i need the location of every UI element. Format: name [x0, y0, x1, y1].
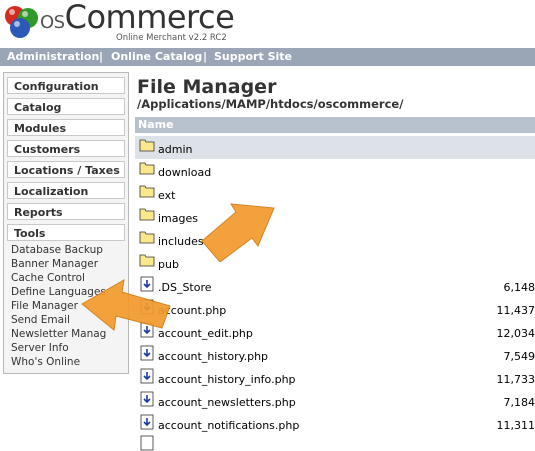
download-file-icon [139, 368, 155, 384]
sidebar-heading-modules[interactable]: Modules [7, 119, 125, 136]
sidebar-heading-tools[interactable]: Tools [7, 224, 125, 241]
tools-link-cache-control[interactable]: Cache Control [11, 272, 85, 284]
oscommerce-logo-icon [3, 3, 41, 41]
annotation-arrow-file-manager [76, 276, 176, 352]
logo-text: osCommerce [40, 0, 234, 36]
nav-separator: | [99, 50, 103, 63]
nav-administration[interactable]: Administration [7, 50, 99, 63]
folder-row[interactable]: download [135, 159, 535, 182]
tools-link-server-info[interactable]: Server Info [11, 342, 69, 354]
folder-icon [139, 230, 155, 244]
folder-icon [139, 207, 155, 221]
file-size: 11,437 [497, 304, 535, 317]
file-size: 12,034 [497, 327, 535, 340]
folder-name[interactable]: admin [158, 143, 192, 156]
folder-icon [139, 138, 155, 152]
file-row[interactable]: account_newsletters.php 7,184 [135, 389, 535, 412]
file-name[interactable]: account_history_info.php [158, 373, 296, 386]
file-row[interactable]: account.php 11,437 [135, 297, 535, 320]
top-navigation: Administration | Online Catalog | Suppor… [0, 48, 535, 66]
folder-icon [139, 161, 155, 175]
sidebar-heading-customers[interactable]: Customers [7, 140, 125, 157]
file-row[interactable]: account_notifications.php 11,311 [135, 412, 535, 435]
nav-online-catalog[interactable]: Online Catalog [111, 50, 202, 63]
folder-name[interactable]: pub [158, 258, 179, 271]
file-size: 7,549 [504, 350, 535, 363]
tools-link-banner-manager[interactable]: Banner Manager [11, 258, 98, 270]
current-path: /Applications/MAMP/htdocs/oscommerce/ [137, 97, 403, 111]
folder-row[interactable]: admin [135, 136, 535, 159]
column-header-name[interactable]: Name [138, 118, 174, 131]
file-row [135, 433, 535, 438]
download-file-icon [139, 435, 155, 451]
folder-name[interactable]: ext [158, 189, 175, 202]
tools-link-database-backup[interactable]: Database Backup [11, 244, 103, 256]
tools-link-file-manager[interactable]: File Manager [11, 300, 78, 312]
sidebar-heading-configuration[interactable]: Configuration [7, 77, 125, 94]
header: osCommerce Online Merchant v2.2 RC2 [0, 0, 535, 48]
sidebar-heading-reports[interactable]: Reports [7, 203, 125, 220]
annotation-arrow-includes [190, 196, 280, 262]
sidebar-heading-localization[interactable]: Localization [7, 182, 125, 199]
file-row[interactable]: account_history.php 7,549 [135, 343, 535, 366]
file-size: 11,311 [497, 419, 535, 432]
folder-icon [139, 253, 155, 267]
folder-name[interactable]: download [158, 166, 211, 179]
table-header: Name [135, 117, 535, 133]
folder-icon [139, 184, 155, 198]
page-title: File Manager [137, 76, 276, 98]
nav-separator: | [203, 50, 207, 63]
file-row[interactable]: .DS_Store 6,148 [135, 274, 535, 297]
tools-link-whos-online[interactable]: Who's Online [11, 356, 80, 368]
file-name[interactable]: account_notifications.php [158, 419, 299, 432]
file-row[interactable]: account_edit.php 12,034 [135, 320, 535, 343]
file-name[interactable]: account_newsletters.php [158, 396, 296, 409]
file-row[interactable]: account_history_info.php 11,733 [135, 366, 535, 389]
file-size: 11,733 [497, 373, 535, 386]
nav-support-site[interactable]: Support Site [214, 50, 292, 63]
sidebar-heading-locations-taxes[interactable]: Locations / Taxes [7, 161, 125, 178]
file-size: 6,148 [504, 281, 535, 294]
download-file-icon [139, 414, 155, 430]
download-file-icon [139, 391, 155, 407]
sidebar-heading-catalog[interactable]: Catalog [7, 98, 125, 115]
file-size: 7,184 [504, 396, 535, 409]
tools-link-send-email[interactable]: Send Email [11, 314, 70, 326]
logo-subtitle: Online Merchant v2.2 RC2 [116, 33, 227, 43]
